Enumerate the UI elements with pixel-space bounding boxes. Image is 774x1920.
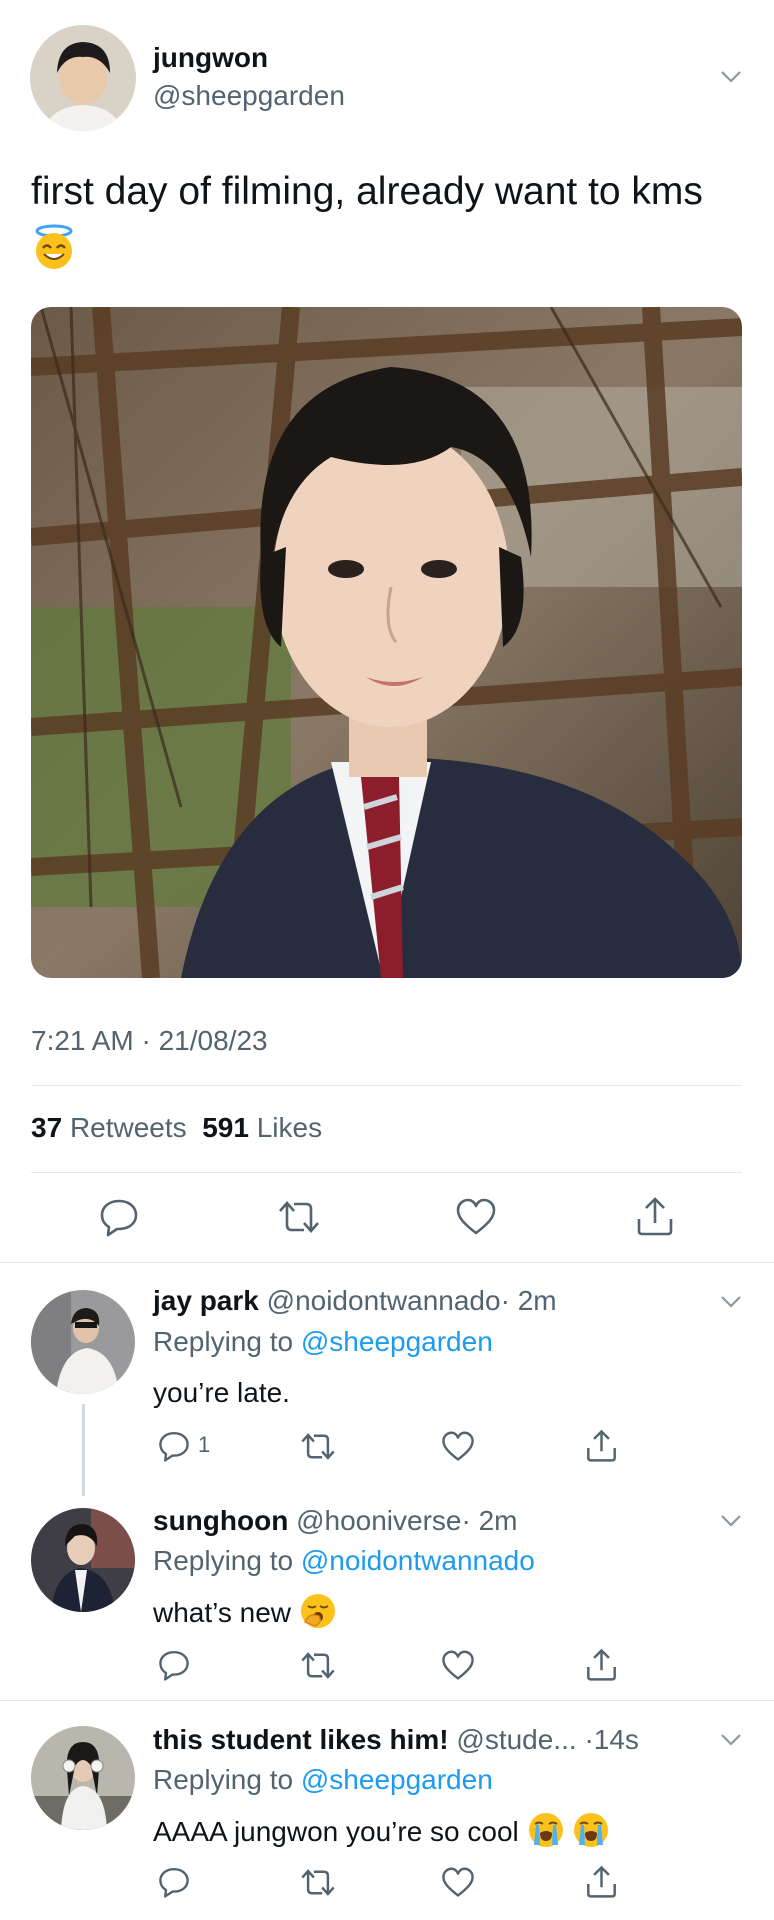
chevron-down-icon[interactable] bbox=[720, 1733, 742, 1747]
reply-time[interactable]: · 2m bbox=[501, 1285, 557, 1316]
likes-label: Likes bbox=[256, 1112, 323, 1143]
divider bbox=[31, 1172, 742, 1173]
replying-to: Replying to @noidontwannado bbox=[153, 1545, 535, 1577]
share-icon[interactable] bbox=[585, 1864, 618, 1899]
reply-text: you’re late. bbox=[153, 1377, 290, 1408]
heart-icon[interactable] bbox=[441, 1866, 475, 1899]
reply-avatar[interactable] bbox=[31, 1726, 135, 1830]
reply-icon[interactable] bbox=[158, 1866, 190, 1898]
tweet-timestamp[interactable]: 7:21 AM · 21/08/23 bbox=[31, 1025, 268, 1057]
divider bbox=[31, 1085, 742, 1086]
retweet-icon[interactable] bbox=[299, 1649, 337, 1682]
reply-avatar[interactable] bbox=[31, 1508, 135, 1612]
heart-icon[interactable] bbox=[441, 1649, 475, 1682]
retweet-icon[interactable] bbox=[299, 1430, 337, 1463]
reply-author-name[interactable]: jay park bbox=[153, 1285, 259, 1316]
replying-to: Replying to @sheepgarden bbox=[153, 1764, 493, 1796]
replying-to-label: Replying to bbox=[153, 1764, 294, 1795]
reply-header: sunghoon @hooniverse· 2m bbox=[153, 1505, 517, 1537]
replying-to-link[interactable]: @sheepgarden bbox=[301, 1764, 493, 1795]
author-name[interactable]: jungwon bbox=[153, 42, 268, 74]
retweets-label: Retweets bbox=[69, 1112, 187, 1143]
likes-link[interactable]: 591 Likes bbox=[202, 1112, 322, 1143]
replying-to-label: Replying to bbox=[153, 1326, 294, 1357]
reply-text-line: AAAA jungwon you’re so cool bbox=[153, 1811, 610, 1856]
loudly-crying-face-icon bbox=[572, 1811, 610, 1856]
reply-author-handle[interactable]: @stude... bbox=[456, 1724, 576, 1755]
author-handle[interactable]: @sheepgarden bbox=[153, 80, 345, 112]
reply-time[interactable]: · 2m bbox=[461, 1505, 517, 1536]
divider bbox=[0, 1262, 774, 1263]
reply-thread-line bbox=[82, 1404, 85, 1496]
reply-time[interactable]: ·14s bbox=[584, 1724, 638, 1755]
reply-text-line: what’s new bbox=[153, 1592, 337, 1637]
smiling-face-with-halo-icon bbox=[31, 224, 77, 289]
yawning-face-icon bbox=[299, 1592, 337, 1637]
chevron-down-icon[interactable] bbox=[720, 1514, 742, 1528]
replying-to: Replying to @sheepgarden bbox=[153, 1326, 493, 1358]
reply-author-handle[interactable]: @noidontwannado bbox=[267, 1285, 501, 1316]
author-avatar[interactable] bbox=[30, 25, 136, 131]
retweet-icon[interactable] bbox=[299, 1866, 337, 1899]
share-icon[interactable] bbox=[585, 1647, 618, 1682]
share-icon[interactable] bbox=[635, 1195, 675, 1237]
heart-icon[interactable] bbox=[455, 1197, 497, 1237]
reply-icon[interactable] bbox=[158, 1430, 190, 1462]
reply-count: 1 bbox=[198, 1432, 211, 1457]
chevron-down-icon[interactable] bbox=[720, 70, 742, 84]
loudly-crying-face-icon bbox=[527, 1811, 565, 1856]
likes-count: 591 bbox=[202, 1112, 249, 1143]
reply-author-handle[interactable]: @hooniverse bbox=[296, 1505, 461, 1536]
divider bbox=[0, 1700, 774, 1701]
reply-header: jay park @noidontwannado· 2m bbox=[153, 1285, 557, 1317]
reply-icon[interactable] bbox=[99, 1197, 139, 1237]
tweet-photo[interactable] bbox=[31, 307, 742, 978]
tweet-text: first day of filming, already want to km… bbox=[31, 160, 731, 289]
replying-to-link[interactable]: @sheepgarden bbox=[301, 1326, 493, 1357]
reply-avatar[interactable] bbox=[31, 1290, 135, 1394]
replying-to-label: Replying to bbox=[153, 1545, 294, 1576]
retweets-count: 37 bbox=[31, 1112, 63, 1143]
retweets-link[interactable]: 37 Retweets bbox=[31, 1112, 187, 1143]
reply-header: this student likes him! @stude... ·14s bbox=[153, 1724, 639, 1756]
reply-text: AAAA jungwon you’re so cool bbox=[153, 1815, 519, 1847]
heart-icon[interactable] bbox=[441, 1430, 475, 1463]
reply-author-name[interactable]: this student likes him! bbox=[153, 1724, 449, 1755]
share-icon[interactable] bbox=[585, 1428, 618, 1463]
chevron-down-icon[interactable] bbox=[720, 1295, 742, 1309]
retweet-icon[interactable] bbox=[276, 1197, 322, 1237]
reply-author-name[interactable]: sunghoon bbox=[153, 1505, 288, 1536]
reply-icon[interactable] bbox=[158, 1649, 190, 1681]
replying-to-link[interactable]: @noidontwannado bbox=[301, 1545, 535, 1576]
tweet-stats: 37 Retweets 591 Likes bbox=[31, 1112, 322, 1144]
reply-text: what’s new bbox=[153, 1596, 292, 1628]
tweet-body: first day of filming, already want to km… bbox=[31, 170, 703, 213]
